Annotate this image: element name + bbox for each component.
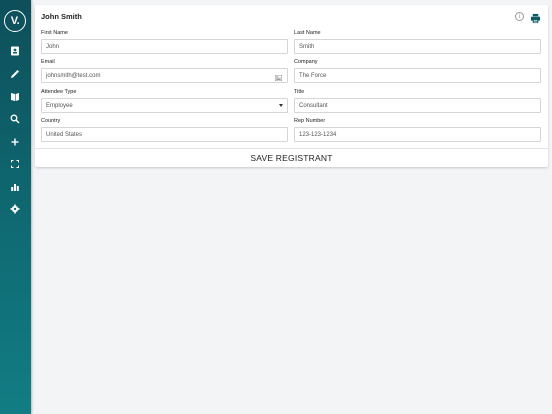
attendee-type-group: Attendee Type Employee: [41, 89, 288, 113]
company-label: Company: [294, 59, 318, 65]
title-group: Title Consultant: [294, 89, 541, 113]
scan-frame-icon[interactable]: [8, 157, 22, 171]
info-icon[interactable]: i: [515, 12, 524, 21]
save-registrant-button[interactable]: SAVE REGISTRANT: [35, 150, 548, 166]
printer-icon[interactable]: [530, 11, 541, 24]
attendee-type-value: Employee: [46, 103, 73, 109]
email-input[interactable]: johnsmith@test.com: [41, 68, 288, 83]
email-group: Email johnsmith@test.com: [41, 59, 288, 83]
pencil-icon[interactable]: [8, 67, 22, 81]
last-name-group: Last Name Smith: [294, 30, 541, 54]
company-input[interactable]: The Force: [294, 68, 541, 83]
country-group: Country United States: [41, 118, 288, 142]
rep-number-group: Rep Number 123-123-1234: [294, 118, 541, 142]
rep-number-input[interactable]: 123-123-1234: [294, 127, 541, 142]
registrant-card: John Smith i First Name John Last Name S…: [35, 5, 548, 167]
contact-card-icon[interactable]: [8, 44, 22, 58]
search-icon[interactable]: [8, 112, 22, 126]
last-name-input[interactable]: Smith: [294, 39, 541, 54]
rep-number-label: Rep Number: [294, 118, 326, 124]
plus-icon[interactable]: [8, 135, 22, 149]
divider: [35, 148, 548, 149]
first-name-group: First Name John: [41, 30, 288, 54]
attendee-type-select[interactable]: Employee: [41, 98, 288, 113]
company-group: Company The Force: [294, 59, 541, 83]
last-name-label: Last Name: [294, 30, 321, 36]
book-icon[interactable]: [8, 90, 22, 104]
sidebar: V.: [0, 0, 31, 414]
attendee-type-label: Attendee Type: [41, 89, 77, 95]
title-label: Title: [294, 89, 305, 95]
caret-down-icon: [279, 104, 283, 107]
contact-card-small-icon[interactable]: [274, 73, 283, 82]
first-name-input[interactable]: John: [41, 39, 288, 54]
bar-chart-icon[interactable]: [8, 180, 22, 194]
email-value: johnsmith@test.com: [46, 73, 101, 79]
app-logo[interactable]: V.: [4, 10, 26, 32]
first-name-label: First Name: [41, 30, 68, 36]
title-input[interactable]: Consultant: [294, 98, 541, 113]
gear-icon[interactable]: [8, 202, 22, 216]
country-input[interactable]: United States: [41, 127, 288, 142]
country-label: Country: [41, 118, 61, 124]
email-label: Email: [41, 59, 55, 65]
registrant-name-title: John Smith: [41, 12, 82, 21]
